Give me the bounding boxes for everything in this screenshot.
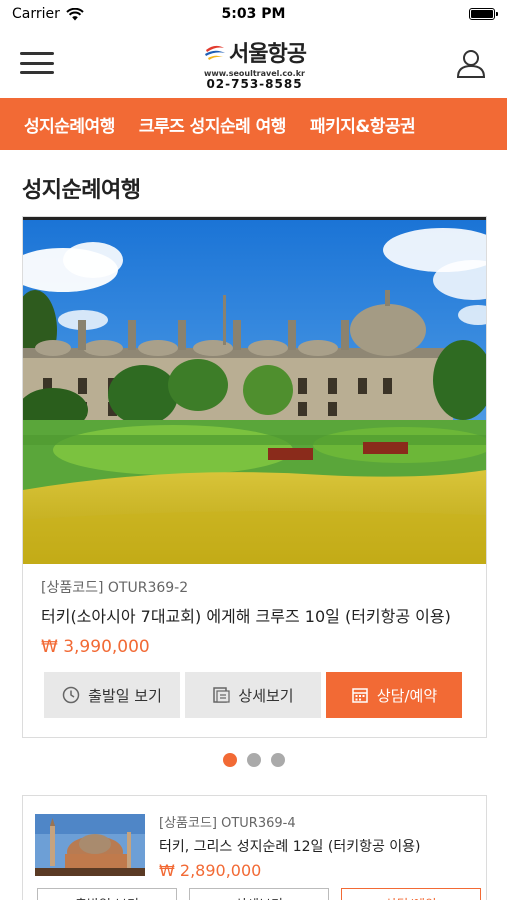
carousel-dot-3[interactable] xyxy=(270,753,285,767)
nav-item-pilgrimage[interactable]: 성지순례여행 xyxy=(24,112,115,137)
detail-view-button[interactable]: 상세보기 xyxy=(185,672,321,718)
product-photo[interactable] xyxy=(23,217,486,564)
app-header: 서울항공 www.seoultravel.co.kr 02-753-8585 xyxy=(0,28,507,98)
detail-view-label: 상세보기 xyxy=(238,686,294,705)
wifi-icon xyxy=(66,7,84,20)
product-code: [상품코드] OTUR369-2 xyxy=(41,580,189,596)
carousel-dots xyxy=(0,753,507,767)
section-title: 성지순례여행 xyxy=(22,178,141,203)
status-time: 5:03 PM xyxy=(221,6,286,22)
product-list-code: [상품코드] OTUR369-4 xyxy=(159,816,296,831)
consult-reserve-button[interactable]: 상담/예약 xyxy=(326,672,462,718)
product-list-card[interactable]: [상품코드] OTUR369-4 터키, 그리스 성지순례 12일 (터키항공 … xyxy=(22,795,487,900)
carousel-dot-2[interactable] xyxy=(246,753,261,767)
hagia-sophia-illustration xyxy=(35,814,145,876)
product-list-price: ₩ 2,890,000 xyxy=(159,861,262,880)
departure-dates-label: 출발일 보기 xyxy=(88,686,162,705)
carousel-dot-1[interactable] xyxy=(222,753,237,767)
consult-reserve-label: 상담/예약 xyxy=(376,686,438,705)
nav-item-package-airfare[interactable]: 패키지&항공권 xyxy=(310,112,416,137)
product-info: [상품코드] OTUR369-2 터키(소아시아 7대교회) 에게해 크루즈 1… xyxy=(41,577,468,657)
list-departure-dates-button[interactable]: 출발일 보기 xyxy=(37,888,177,900)
departure-dates-button[interactable]: 출발일 보기 xyxy=(44,672,180,718)
clock-icon xyxy=(62,686,80,704)
user-icon[interactable] xyxy=(455,47,487,79)
product-title[interactable]: 터키(소아시아 7대교회) 에게해 크루즈 10일 (터키항공 이용) xyxy=(41,603,468,627)
featured-button-row: 출발일 보기 상세보기 상담/예약 xyxy=(44,672,462,718)
logo-text: 서울항공 xyxy=(229,41,307,67)
document-icon xyxy=(213,687,230,703)
list-detail-view-button[interactable]: 상세보기 xyxy=(189,888,329,900)
brand-logo[interactable]: 서울항공 www.seoultravel.co.kr 02-753-8585 xyxy=(203,36,307,91)
hamburger-menu-icon[interactable] xyxy=(20,49,54,77)
status-bar: Carrier 5:03 PM xyxy=(0,0,507,28)
featured-product-card[interactable]: [상품코드] OTUR369-2 터키(소아시아 7대교회) 에게해 크루즈 1… xyxy=(22,216,487,738)
mosque-garden-illustration xyxy=(23,220,486,564)
battery-icon xyxy=(469,8,498,20)
product-thumbnail[interactable] xyxy=(35,814,145,876)
logo-mark-icon xyxy=(205,45,226,60)
product-list-info: [상품코드] OTUR369-4 터키, 그리스 성지순례 12일 (터키항공 … xyxy=(159,812,476,880)
product-list-title[interactable]: 터키, 그리스 성지순례 12일 (터키항공 이용) xyxy=(159,836,476,856)
status-left: Carrier xyxy=(12,6,84,22)
product-price: ₩ 3,990,000 xyxy=(41,637,150,657)
logo-phone: 02-753-8585 xyxy=(206,76,303,91)
calendar-icon xyxy=(352,688,368,703)
nav-item-cruise-pilgrimage[interactable]: 크루즈 성지순례 여행 xyxy=(139,112,287,137)
carrier-label: Carrier xyxy=(12,6,60,22)
category-nav: 성지순례여행 크루즈 성지순례 여행 패키지&항공권 xyxy=(0,98,507,150)
list-consult-reserve-button[interactable]: 상담/예약 xyxy=(341,888,481,900)
product-list-button-row: 출발일 보기 상세보기 상담/예약 xyxy=(37,888,481,900)
